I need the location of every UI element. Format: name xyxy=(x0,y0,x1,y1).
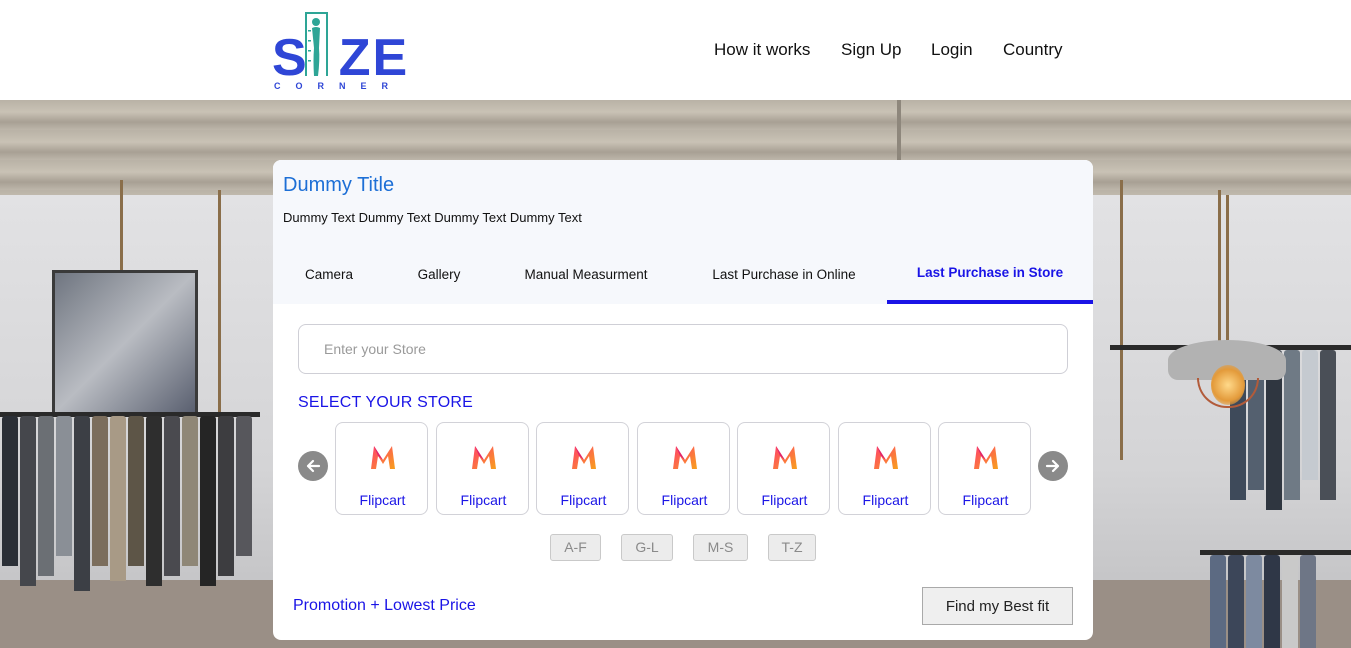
store-tile[interactable]: Flipcart xyxy=(938,422,1031,515)
store-tile[interactable]: Flipcart xyxy=(737,422,830,515)
logo-figure-icon xyxy=(305,12,328,76)
store-tile[interactable]: Flipcart xyxy=(335,422,428,515)
size-corner-logo[interactable]: S ZE CORNER xyxy=(272,10,407,92)
store-name: Flipcart xyxy=(761,492,808,508)
alpha-filter-g-l[interactable]: G-L xyxy=(621,534,673,561)
nav-country[interactable]: Country xyxy=(1003,38,1063,62)
alpha-filter-t-z[interactable]: T-Z xyxy=(768,534,816,561)
tab-gallery[interactable]: Gallery xyxy=(404,246,474,304)
fit-finder-card: Dummy Title Dummy Text Dummy Text Dummy … xyxy=(273,160,1093,640)
measurement-tabs: Camera Gallery Manual Measurment Last Pu… xyxy=(273,246,1093,304)
alpha-filter-m-s[interactable]: M-S xyxy=(693,534,748,561)
store-tile[interactable]: Flipcart xyxy=(637,422,730,515)
alpha-filter-a-f[interactable]: A-F xyxy=(550,534,601,561)
myntra-logo-icon xyxy=(673,446,697,469)
carousel-prev-button[interactable] xyxy=(298,451,328,481)
store-name: Flipcart xyxy=(359,492,406,508)
promotion-link[interactable]: Promotion + Lowest Price xyxy=(293,597,476,615)
store-name: Flipcart xyxy=(460,492,507,508)
find-best-fit-button[interactable]: Find my Best fit xyxy=(922,587,1073,625)
nav-login[interactable]: Login xyxy=(931,38,973,62)
myntra-logo-icon xyxy=(371,446,395,469)
myntra-logo-icon xyxy=(572,446,596,469)
store-name: Flipcart xyxy=(962,492,1009,508)
logo-wordmark: S ZE xyxy=(272,29,410,87)
tab-camera[interactable]: Camera xyxy=(289,246,369,304)
card-title: Dummy Title xyxy=(283,174,395,196)
myntra-logo-icon xyxy=(874,446,898,469)
arrow-left-icon xyxy=(306,459,321,473)
hanging-clothes-left xyxy=(2,416,252,591)
store-search-input[interactable] xyxy=(298,324,1068,374)
tab-last-purchase-online[interactable]: Last Purchase in Online xyxy=(697,246,871,304)
nav-how-it-works[interactable]: How it works xyxy=(714,38,810,62)
myntra-logo-icon xyxy=(974,446,998,469)
store-name: Flipcart xyxy=(661,492,708,508)
tab-last-purchase-store[interactable]: Last Purchase in Store xyxy=(887,246,1093,304)
wall-poster xyxy=(52,270,198,415)
myntra-logo-icon xyxy=(472,446,496,469)
site-header: S ZE CORNER How it works Sign Up Login Co… xyxy=(0,0,1351,100)
nav-sign-up[interactable]: Sign Up xyxy=(841,38,901,62)
logo-subtext: CORNER xyxy=(274,81,404,91)
select-store-heading: SELECT YOUR STORE xyxy=(298,394,474,411)
card-subtitle: Dummy Text Dummy Text Dummy Text Dummy T… xyxy=(283,210,582,225)
store-name: Flipcart xyxy=(862,492,909,508)
store-tile[interactable]: Flipcart xyxy=(838,422,931,515)
myntra-logo-icon xyxy=(773,446,797,469)
card-header: Dummy Title Dummy Text Dummy Text Dummy … xyxy=(273,160,1093,246)
store-tile[interactable]: Flipcart xyxy=(536,422,629,515)
carousel-next-button[interactable] xyxy=(1038,451,1068,481)
store-tile[interactable]: Flipcart xyxy=(436,422,529,515)
arrow-right-icon xyxy=(1045,459,1060,473)
store-name: Flipcart xyxy=(560,492,607,508)
tab-manual-measurment[interactable]: Manual Measurment xyxy=(513,246,659,304)
